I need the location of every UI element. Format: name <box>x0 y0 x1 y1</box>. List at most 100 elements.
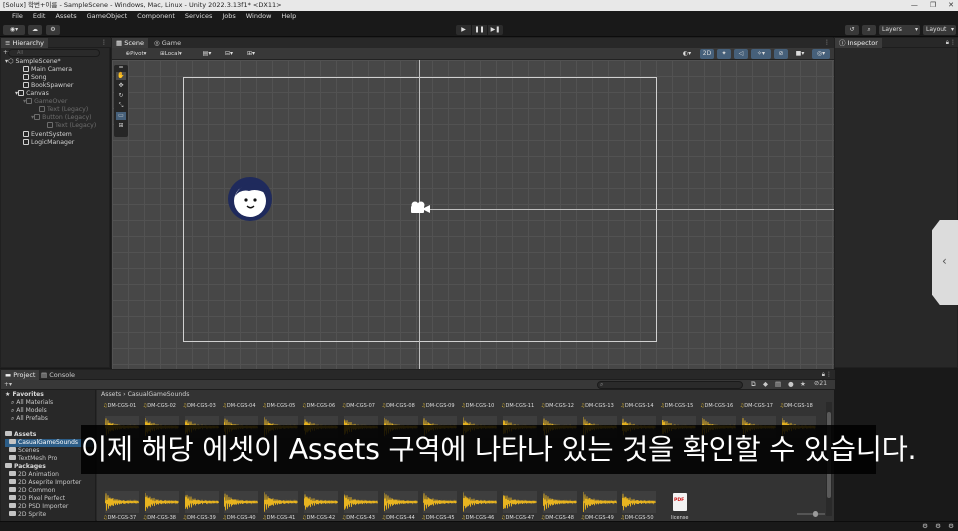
play-button[interactable]: ▶ <box>456 25 471 35</box>
package-2d-animation[interactable]: 2D Animation <box>9 471 59 479</box>
audio-waveform-icon[interactable] <box>224 491 259 513</box>
transform-tool-icon[interactable]: ⊞ <box>116 122 126 130</box>
hierarchy-item-song[interactable]: Song <box>23 74 47 82</box>
camera-gizmo-icon[interactable] <box>409 201 431 215</box>
assets-header[interactable]: Assets <box>5 431 36 439</box>
menu-help[interactable]: Help <box>281 11 296 22</box>
rotate-tool-icon[interactable]: ↻ <box>116 92 126 100</box>
create-asset-button[interactable]: +▾ <box>4 381 12 388</box>
audio-asset-label[interactable]: ♫DM-CGS-13 <box>581 403 614 409</box>
2d-mode-button[interactable]: 2D <box>700 49 714 59</box>
minimize-button[interactable]: — <box>911 0 918 11</box>
pdf-file-icon[interactable]: PDF <box>673 493 687 511</box>
more-options-icon[interactable]: ⋮ <box>826 371 832 378</box>
lock-icon[interactable]: 🔒︎ <box>822 371 825 379</box>
move-tool-icon[interactable]: ✥ <box>116 82 126 90</box>
package-2d-aseprite-importer[interactable]: 2D Aseprite Importer <box>9 479 81 487</box>
camera-settings-button[interactable]: ■▾ <box>791 49 809 59</box>
folder-casualgamesounds[interactable]: CasualGameSounds <box>5 439 93 447</box>
character-sprite[interactable] <box>227 176 273 222</box>
hierarchy-item-main-camera[interactable]: Main Camera <box>23 66 72 74</box>
layout-dropdown[interactable]: Layout ▾ <box>923 25 956 35</box>
audio-asset-label[interactable]: ♫DM-CGS-09 <box>421 403 454 409</box>
audio-waveform-icon[interactable] <box>264 491 299 513</box>
hidden-objects-button[interactable]: ⊘ <box>774 49 788 59</box>
audio-waveform-icon[interactable] <box>542 491 577 513</box>
breadcrumb-root[interactable]: Assets <box>101 391 121 398</box>
tab-project[interactable]: ▬ Project <box>1 370 40 380</box>
tab-inspector[interactable]: ⓘ Inspector <box>835 38 882 48</box>
menu-file[interactable]: File <box>12 11 23 22</box>
audio-asset-label[interactable]: ♫DM-CGS-01 <box>103 403 136 409</box>
audio-asset-label[interactable]: ♫DM-CGS-18 <box>780 403 813 409</box>
snap-increment-button[interactable]: ⊟▾ <box>220 49 238 59</box>
more-options-icon[interactable]: ⋮ <box>101 39 107 46</box>
more-options-icon[interactable]: ⋮ <box>950 39 956 46</box>
menu-edit[interactable]: Edit <box>33 11 46 22</box>
hierarchy-search-input[interactable]: All <box>8 49 100 57</box>
breadcrumb-folder[interactable]: CasualGameSounds <box>128 391 190 398</box>
menu-jobs[interactable]: Jobs <box>222 11 235 22</box>
audio-asset-label[interactable]: ♫DM-CGS-15 <box>660 403 693 409</box>
audio-asset-label[interactable]: ♫DM-CGS-03 <box>183 403 216 409</box>
tab-console[interactable]: ▤ Console <box>37 370 79 380</box>
grip-handle-icon[interactable]: ═ <box>116 65 126 71</box>
hierarchy-item-logicmanager[interactable]: LogicManager <box>23 139 74 147</box>
favorite-all-models[interactable]: ⌕ All Models <box>11 407 47 415</box>
progress-icon[interactable]: ⚙ <box>922 522 928 530</box>
account-button[interactable]: ◉▾ <box>3 25 25 35</box>
hierarchy-item-button-text[interactable]: Text (Legacy) <box>47 122 96 130</box>
audio-asset-label[interactable]: ♫DM-CGS-05 <box>262 403 295 409</box>
hierarchy-item-text-legacy[interactable]: Text (Legacy) <box>39 106 88 114</box>
local-dropdown[interactable]: ⊞Local▾ <box>155 49 187 59</box>
tab-game[interactable]: ◎ Game <box>150 38 185 48</box>
audio-asset-label[interactable]: ♫DM-CGS-08 <box>382 403 415 409</box>
folder-textmesh-pro[interactable]: TextMesh Pro <box>9 455 57 463</box>
gizmos-button[interactable]: ◎▾ <box>812 49 830 59</box>
hidden-packages-toggle[interactable]: ⊘21 <box>814 380 827 387</box>
pause-button[interactable]: ❚❚ <box>472 25 487 35</box>
audio-waveform-icon[interactable] <box>622 491 657 513</box>
audio-waveform-icon[interactable] <box>383 491 418 513</box>
hierarchy-item-canvas[interactable]: ▾ Canvas <box>15 90 49 98</box>
hierarchy-item-bookspawner[interactable]: BookSpawner <box>23 82 73 90</box>
audio-button[interactable]: ◁ <box>734 49 748 59</box>
search-by-type-icon[interactable]: ⧉ <box>751 380 756 389</box>
audio-waveform-icon[interactable] <box>343 491 378 513</box>
hierarchy-item-samplescene[interactable]: ▾⬡ SampleScene* <box>5 58 61 66</box>
favorite-all-materials[interactable]: ⌕ All Materials <box>11 399 53 407</box>
lock-icon[interactable]: 🔒︎ <box>946 39 949 47</box>
history-button[interactable]: ↺ <box>845 25 859 35</box>
audio-asset-label[interactable]: ♫DM-CGS-10 <box>461 403 494 409</box>
favorites-header[interactable]: ★ Favorites <box>5 391 44 399</box>
audio-asset-label[interactable]: ♫DM-CGS-12 <box>541 403 574 409</box>
more-options-icon[interactable]: ⋮ <box>824 39 830 46</box>
menu-assets[interactable]: Assets <box>55 11 76 22</box>
project-search-input[interactable]: ⌕ <box>597 381 743 389</box>
effects-button[interactable]: ✧▾ <box>751 49 771 59</box>
audio-asset-label[interactable]: ♫DM-CGS-02 <box>143 403 176 409</box>
layers-dropdown[interactable]: Layers ▾ <box>879 25 920 35</box>
cloud-button[interactable]: ☁ <box>28 25 42 35</box>
rect-tool-icon[interactable]: ▭ <box>116 112 126 120</box>
scene-viewport[interactable]: ═ ✋ ✥ ↻ ⤡ ▭ ⊞ <box>112 60 834 369</box>
search-by-label-icon[interactable]: ◆ <box>763 380 768 388</box>
favorite-star-icon[interactable]: ★ <box>800 380 806 388</box>
hand-tool-icon[interactable]: ✋ <box>116 72 126 80</box>
grid-snap-button[interactable]: ▤▾ <box>197 49 217 59</box>
audio-waveform-icon[interactable] <box>582 491 617 513</box>
audio-waveform-icon[interactable] <box>144 491 179 513</box>
audio-asset-label[interactable]: ♫DM-CGS-14 <box>620 403 653 409</box>
menu-window[interactable]: Window <box>246 11 272 22</box>
audio-asset-label[interactable]: ♫DM-CGS-17 <box>740 403 773 409</box>
package-2d-common[interactable]: 2D Common <box>9 487 55 495</box>
audio-waveform-icon[interactable] <box>423 491 458 513</box>
hierarchy-item-gameover[interactable]: ▾ GameOver <box>23 98 67 106</box>
audio-waveform-icon[interactable] <box>184 491 219 513</box>
menu-component[interactable]: Component <box>137 11 175 22</box>
menu-services[interactable]: Services <box>185 11 212 22</box>
maximize-button[interactable]: ❐ <box>930 0 936 11</box>
favorite-all-prefabs[interactable]: ⌕ All Prefabs <box>11 415 48 423</box>
icon-size-slider[interactable] <box>797 511 825 517</box>
side-panel-handle[interactable]: ‹ <box>932 220 958 305</box>
